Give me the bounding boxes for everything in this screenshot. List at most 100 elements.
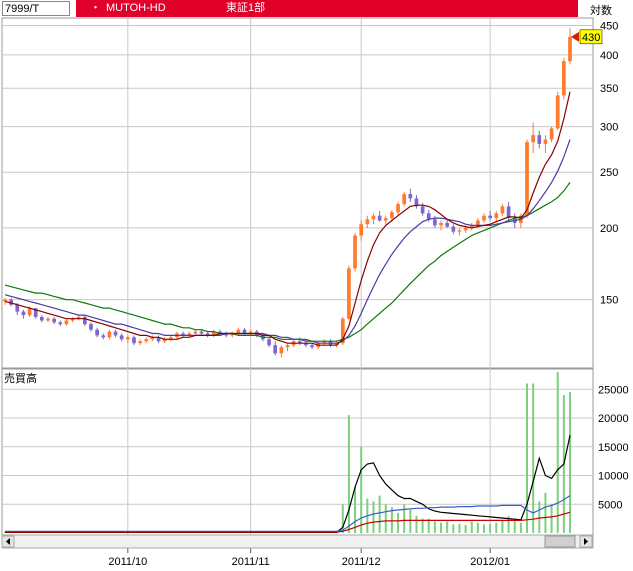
candle-body — [58, 322, 63, 325]
volume-tick-label: 15000 — [598, 442, 629, 454]
candle-body — [101, 335, 106, 338]
volume-bar — [415, 515, 418, 533]
volume-tick-label: 5000 — [598, 499, 622, 511]
candle-body — [64, 320, 69, 325]
volume-bar — [501, 520, 504, 533]
candle-body — [562, 61, 566, 96]
candle-body — [3, 299, 7, 302]
volume-bar — [347, 415, 350, 533]
candle-body — [555, 95, 560, 129]
candle-body — [144, 339, 149, 342]
candle-body — [89, 324, 93, 330]
candle-body — [21, 311, 26, 316]
candle-body — [463, 227, 468, 231]
candle-body — [138, 341, 142, 344]
candle-body — [95, 329, 99, 336]
candle-body — [537, 135, 542, 144]
volume-bar — [458, 523, 461, 533]
candle-body — [383, 218, 388, 221]
volume-bar — [556, 372, 559, 533]
volume-bar — [538, 501, 541, 533]
price-tick-label: 200 — [600, 223, 618, 235]
volume-bar — [452, 524, 455, 533]
month-tick-label: 2011/10 — [108, 556, 147, 568]
candle-body — [310, 345, 314, 348]
volume-bar — [384, 504, 387, 533]
volume-bar — [476, 522, 479, 533]
candle-body — [420, 206, 425, 214]
candle-body — [371, 215, 376, 220]
volume-bar — [544, 492, 547, 533]
volume-bar — [360, 446, 363, 533]
candle-body — [193, 331, 198, 334]
candle-body — [40, 316, 44, 321]
candle-body — [488, 215, 493, 219]
candle-body — [408, 194, 413, 199]
candle-body — [402, 194, 407, 205]
volume-tick-label: 25000 — [598, 384, 629, 396]
volume-bar — [470, 521, 473, 533]
candle-body — [285, 345, 290, 348]
candle-body — [279, 347, 284, 354]
candle-body — [568, 36, 572, 62]
price-panel — [1, 17, 594, 369]
candle-body — [15, 304, 20, 312]
volume-bar — [354, 487, 357, 533]
candle-body — [82, 316, 87, 325]
candle-body — [125, 337, 130, 340]
volume-bar — [403, 504, 406, 533]
candle-body — [433, 219, 437, 226]
candle-body — [500, 206, 505, 214]
volume-bar — [433, 521, 436, 533]
last-price: 430 — [582, 32, 600, 44]
price-tick-label: 400 — [600, 50, 618, 62]
volume-bar — [341, 504, 344, 533]
candle-body — [365, 219, 370, 225]
volume-bar — [440, 522, 443, 533]
price-tick-label: 150 — [600, 295, 618, 307]
candle-body — [113, 331, 118, 336]
price-tick-label: 250 — [600, 167, 618, 179]
candle-body — [439, 222, 443, 226]
candle-body — [377, 215, 382, 221]
candle-body — [267, 339, 271, 346]
candle-body — [531, 135, 535, 143]
volume-bar — [446, 521, 449, 533]
volume-panel — [1, 368, 594, 536]
price-tick-label: 350 — [600, 83, 618, 95]
candle-body — [359, 224, 364, 236]
candle-body — [27, 308, 32, 316]
volume-tick-label: 20000 — [598, 413, 629, 425]
candle-body — [199, 331, 204, 334]
volume-bar — [409, 510, 412, 533]
price-tick-label: 450 — [600, 20, 618, 32]
scrollbar-track[interactable] — [1, 534, 594, 549]
candle-body — [476, 220, 480, 226]
volume-bar — [397, 512, 400, 533]
volume-title: 売買高 — [4, 371, 37, 385]
candle-body — [451, 226, 456, 232]
candle-body — [347, 268, 351, 319]
candle-body — [549, 128, 554, 140]
x-axis-ticks: 2011/10 2011/11 2011/12 2012/01 — [108, 548, 510, 568]
month-tick-label: 2012/01 — [470, 556, 510, 568]
candle-body — [543, 139, 548, 144]
candle-body — [445, 222, 450, 227]
volume-bar — [483, 524, 486, 533]
candle-body — [119, 335, 124, 340]
volume-bar — [378, 495, 381, 533]
candle-body — [273, 345, 278, 354]
volume-bar — [519, 522, 522, 533]
stock-chart: 150 200 250 300 350 400 450 5000 10000 15000 20000… — [1, 17, 629, 568]
price-tick-label: 300 — [600, 122, 618, 134]
candle-body — [132, 337, 136, 344]
volume-bar — [532, 383, 535, 533]
month-tick-label: 2011/11 — [232, 556, 270, 568]
horizontal-scrollbar[interactable] — [1, 534, 594, 549]
candle-body — [494, 213, 499, 219]
candle-body — [457, 230, 462, 232]
volume-bar — [464, 524, 467, 533]
y-axis-ticks: 150 200 250 300 350 400 450 5000 10000 15000 20000… — [598, 20, 629, 511]
scrollbar-thumb[interactable] — [544, 535, 576, 548]
volume-tick-label: 10000 — [598, 471, 629, 483]
